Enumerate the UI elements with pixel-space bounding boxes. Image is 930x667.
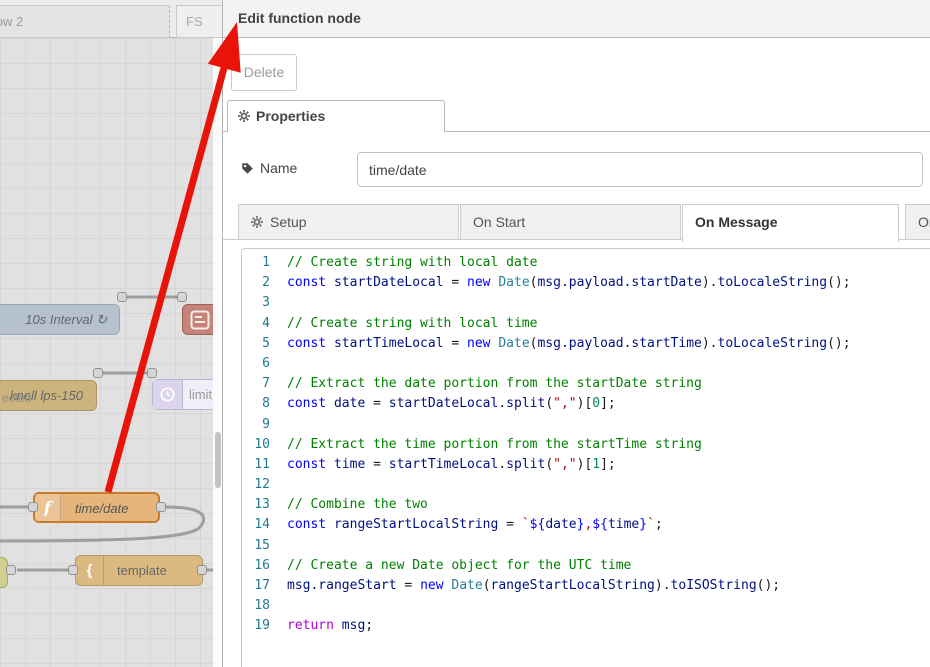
gear-icon [238, 110, 250, 122]
flow-tabbar: Flow 2 FS [0, 0, 222, 38]
repeat-icon: ↻ [96, 312, 107, 327]
curly-brace-icon: { [76, 556, 104, 585]
canvas-scrollbar[interactable] [213, 38, 222, 667]
node-template[interactable]: { template [75, 555, 203, 586]
port-template-in[interactable] [68, 565, 78, 575]
edit-function-dialog: Edit function node Delete Properties Nam… [222, 0, 930, 667]
flow-tab-flow-2[interactable]: Flow 2 [0, 5, 170, 38]
clock-icon [153, 380, 183, 409]
dialog-title: Edit function node [223, 0, 930, 38]
flow-canvas[interactable]: Flow 2 FS 10s Interval ↻ [0, 0, 222, 667]
gear-icon [251, 216, 263, 228]
port-inject-out[interactable] [117, 292, 127, 302]
tab-properties-label: Properties [256, 108, 325, 124]
port-function-in[interactable] [28, 502, 38, 512]
port-fragment-out[interactable] [6, 565, 16, 575]
port-bucknell-out[interactable] [93, 368, 103, 378]
canvas-scrollbar-thumb[interactable] [215, 432, 221, 488]
node-label: time/date [75, 494, 128, 523]
code-editor[interactable]: 12345678910111213141516171819 // Create … [241, 248, 930, 667]
node-function-timedate[interactable]: f time/date [33, 492, 160, 523]
port-template-out[interactable] [197, 565, 207, 575]
tab-on-start[interactable]: On Start [460, 204, 681, 240]
node-label: limit [189, 380, 212, 409]
file-lines-icon [190, 310, 210, 330]
tab-setup[interactable]: Setup [238, 204, 459, 240]
node-limit[interactable]: limit [152, 379, 222, 410]
function-icon: f [35, 494, 61, 521]
tab-properties[interactable]: Properties [227, 100, 445, 132]
port-file-in[interactable] [177, 292, 187, 302]
port-limit-in[interactable] [147, 368, 157, 378]
editor-gutter: 12345678910111213141516171819 [242, 253, 270, 637]
node-status-text: ected [2, 391, 31, 405]
tab-on-stop[interactable]: On Stop [905, 204, 930, 240]
name-input[interactable] [357, 152, 923, 187]
port-function-out[interactable] [156, 502, 166, 512]
flow-tab-fs[interactable]: FS [176, 5, 222, 38]
flow-tab-label: FS [186, 14, 203, 29]
node-label: template [117, 556, 167, 585]
name-label: Name [241, 160, 297, 176]
screenshot-root: { "canvas": { "tabs": [ { "label": "Flow… [0, 0, 930, 667]
tag-icon [241, 162, 254, 175]
flow-grid[interactable]: 10s Interval ↻ knell lps-150 ected [0, 38, 222, 667]
node-inject[interactable]: 10s Interval ↻ [0, 304, 120, 335]
flow-tab-label: Flow 2 [0, 14, 23, 29]
node-label: 10s Interval [25, 312, 92, 327]
editor-code[interactable]: // Create string with local dateconst st… [287, 253, 851, 637]
tab-on-message[interactable]: On Message [682, 204, 899, 242]
delete-button[interactable]: Delete [231, 54, 297, 91]
